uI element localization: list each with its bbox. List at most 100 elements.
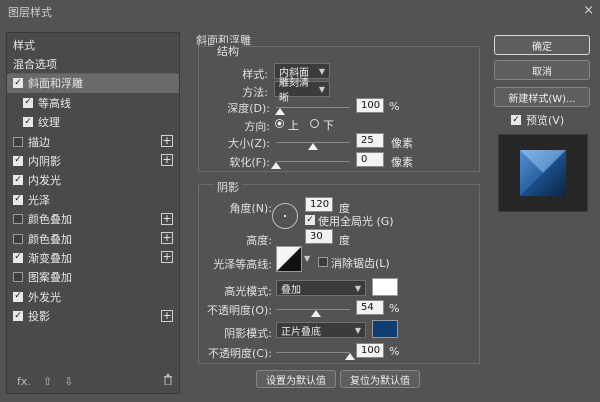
add-effect-icon[interactable]: + [161,212,173,225]
size-unit: 像素 [391,137,413,150]
chevron-down-icon: ▼ [318,84,325,94]
close-icon[interactable]: × [583,3,594,18]
angle-input[interactable]: 120 [305,197,333,212]
direction-up-radio[interactable] [275,119,284,128]
chevron-down-icon: ▼ [354,325,361,335]
method-select[interactable]: 雕刻清晰 ▼ [274,78,330,104]
style-item-label: 描边 [28,135,50,149]
direction-down-radio[interactable] [310,119,319,128]
style-item-checkbox[interactable] [13,272,23,283]
style-item-checkbox[interactable]: ✓ [23,117,33,128]
style-item-checkbox[interactable]: ✓ [13,175,23,186]
chevron-down-icon[interactable]: ▼ [304,254,310,263]
style-item-checkbox[interactable]: ✓ [13,78,23,89]
shadow-mode-label: 阴影模式: [224,327,272,340]
add-effect-icon[interactable]: + [161,309,173,322]
style-label: 样式: [242,68,268,81]
soften-slider-thumb[interactable] [271,162,281,169]
left-footer-icons: fx. ⇧ ⇩ [17,375,73,388]
method-label: 方法: [242,86,268,99]
angle-dial-center [284,215,286,217]
style-item-2[interactable]: 混合选项 [7,54,179,73]
chevron-down-icon: ▼ [354,283,361,293]
cancel-button[interactable]: 取消 [494,60,590,80]
altitude-label: 高度: [246,234,272,247]
add-effect-icon[interactable]: + [161,232,173,244]
opacity1-input[interactable]: 54 [356,300,384,315]
antialias-checkbox[interactable] [318,257,328,267]
angle-dial[interactable] [272,203,298,229]
shadow-mode-value: 正片叠底 [281,326,321,338]
style-item-5[interactable]: ✓ 纹理 [7,113,179,132]
shadow-color-swatch[interactable] [372,320,398,338]
style-item-label: 颜色叠加 [28,232,72,246]
global-light-checkbox[interactable]: ✓ [305,215,315,225]
style-item-checkbox[interactable]: ✓ [13,155,23,166]
style-item-label: 光泽 [28,193,50,207]
move-down-icon[interactable]: ⇩ [64,375,73,388]
opacity1-slider-thumb[interactable] [310,310,321,317]
style-item-8[interactable]: ✓ 内发光 [7,171,179,190]
ok-button[interactable]: 确定 [494,35,590,55]
style-item-15[interactable]: ✓ 投影 + [7,307,179,326]
preview-checkbox[interactable]: ✓ [511,115,521,125]
reset-default-button[interactable]: 复位为默认值 [340,370,420,388]
highlight-mode-select[interactable]: 叠加 ▼ [276,280,366,296]
style-item-4[interactable]: ✓ 等高线 [7,93,179,112]
style-item-checkbox[interactable]: ✓ [13,252,23,263]
style-item-6[interactable]: 描边 + [7,132,179,151]
direction-up-label: 上 [288,119,299,132]
style-item-9[interactable]: ✓ 光泽 [7,190,179,209]
altitude-input[interactable]: 30 [305,229,333,244]
window-title: 图层样式 [8,6,52,19]
gloss-contour-preview[interactable] [276,246,302,272]
highlight-color-swatch[interactable] [372,278,398,296]
style-item-checkbox[interactable]: ✓ [13,194,23,205]
direction-down-label: 下 [323,119,334,132]
style-item-13[interactable]: 图案叠加 [7,268,179,287]
style-item-label: 外发光 [28,290,61,304]
new-style-button[interactable]: 新建样式(W)... [494,87,590,107]
style-item-label: 图案叠加 [28,271,72,285]
soften-input[interactable]: 0 [356,152,384,167]
style-item-label: 颜色叠加 [28,213,72,227]
style-item-checkbox[interactable]: ✓ [13,291,23,302]
opacity2-input[interactable]: 100 [356,343,384,358]
style-item-label: 内发光 [28,174,61,188]
style-item-10[interactable]: 颜色叠加 + [7,210,179,229]
style-item-12[interactable]: ✓ 渐变叠加 + [7,248,179,267]
size-slider-thumb[interactable] [308,143,318,150]
shadow-mode-select[interactable]: 正片叠底 ▼ [276,322,366,338]
highlight-mode-label: 高光模式: [224,285,272,298]
style-item-1[interactable]: 样式 [7,35,179,54]
add-effect-icon[interactable]: + [161,251,173,264]
style-item-11[interactable]: 颜色叠加 + [7,229,179,248]
add-effect-icon[interactable]: + [161,154,173,167]
fx-icon[interactable]: fx. [17,375,31,388]
size-label: 大小(Z): [228,137,270,150]
style-item-checkbox[interactable]: ✓ [13,311,23,322]
global-light-label: 使用全局光 (G) [318,215,394,228]
depth-input[interactable]: 100 [356,98,384,113]
move-up-icon[interactable]: ⇧ [43,375,52,388]
opacity2-label: 不透明度(C): [208,347,272,360]
trash-icon[interactable] [163,374,173,388]
opacity1-unit: % [389,302,400,315]
soften-slider[interactable] [276,161,350,162]
style-item-checkbox[interactable] [13,136,23,147]
style-item-14[interactable]: ✓ 外发光 [7,287,179,306]
opacity2-slider[interactable] [276,352,350,353]
style-preview [498,134,588,212]
style-item-checkbox[interactable] [13,233,23,244]
style-item-3[interactable]: ✓ 斜面和浮雕 [7,73,179,93]
size-input[interactable]: 25 [356,133,384,148]
opacity2-slider-thumb[interactable] [345,353,355,360]
style-item-checkbox[interactable] [13,214,23,225]
opacity1-label: 不透明度(O): [207,304,272,317]
add-effect-icon[interactable]: + [161,135,173,147]
style-item-7[interactable]: ✓ 内阴影 + [7,151,179,170]
depth-slider-thumb[interactable] [274,108,285,115]
set-default-button[interactable]: 设置为默认值 [256,370,336,388]
depth-slider[interactable] [276,107,350,108]
style-item-checkbox[interactable]: ✓ [23,97,33,108]
